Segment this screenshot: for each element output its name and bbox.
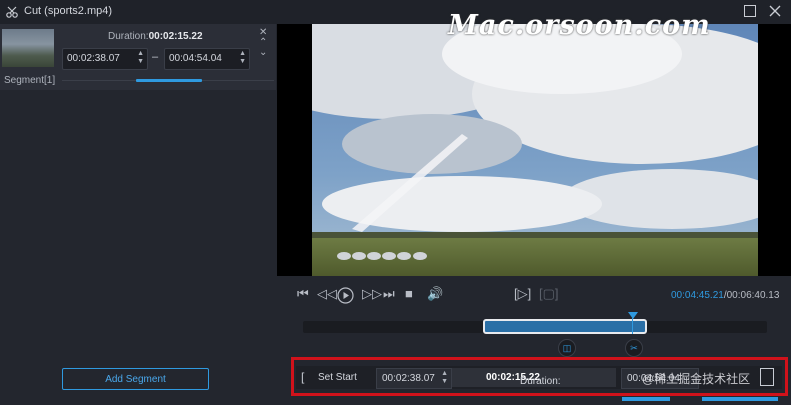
go-to-end-bracket-icon: [▢] [539, 286, 559, 301]
scissors-icon [6, 6, 18, 18]
playhead-line [632, 318, 633, 334]
skip-end-icon[interactable]: ⏭ [383, 286, 395, 302]
segment-thumbnail [2, 29, 54, 67]
go-to-start-bracket-icon[interactable]: [▷] [514, 286, 531, 302]
play-icon[interactable] [337, 287, 354, 304]
close-icon[interactable] [769, 5, 781, 17]
segment-remove-icon[interactable]: ✕ ⌃ ⌄ [259, 28, 267, 58]
split-icon[interactable]: ◫ [558, 339, 576, 357]
maximize-icon[interactable] [744, 5, 756, 17]
accent-strip [622, 397, 670, 401]
segment-selected-indicator [136, 79, 202, 82]
segment-end-input[interactable]: 00:04:54.04 ▲ ▼ [164, 48, 250, 70]
highlight-box [291, 357, 788, 396]
playhead-marker[interactable] [628, 312, 638, 319]
volume-icon[interactable]: 🔊 [427, 286, 443, 302]
range-separator: – [152, 51, 159, 63]
timeline-selection[interactable] [483, 319, 647, 334]
skip-start-icon[interactable]: ⏮ [297, 286, 309, 302]
add-segment-button[interactable]: Add Segment [62, 368, 209, 390]
watermark-text: Mac.orsoon.com [448, 10, 711, 41]
playback-time: 00:04:45.21/00:06:40.13 [671, 290, 780, 301]
window-title: Cut (sports2.mp4) [24, 5, 113, 17]
segment-start-input[interactable]: 00:02:38.07 ▲ ▼ [62, 48, 148, 70]
step-forward-icon[interactable]: ▷▷ [362, 286, 382, 302]
stepper-icon[interactable]: ▲ ▼ [137, 50, 144, 66]
segment-label: Segment[1] [4, 75, 56, 86]
segment-duration: Duration:00:02:15.22 [108, 31, 203, 42]
step-back-icon[interactable]: ◁◁ [317, 286, 337, 302]
cut-scissors-icon[interactable]: ✂ [625, 339, 643, 357]
stop-icon[interactable]: ■ [405, 286, 413, 301]
video-frame [312, 24, 758, 276]
accent-strip [702, 397, 778, 401]
stepper-icon[interactable]: ▲ ▼ [239, 50, 246, 66]
